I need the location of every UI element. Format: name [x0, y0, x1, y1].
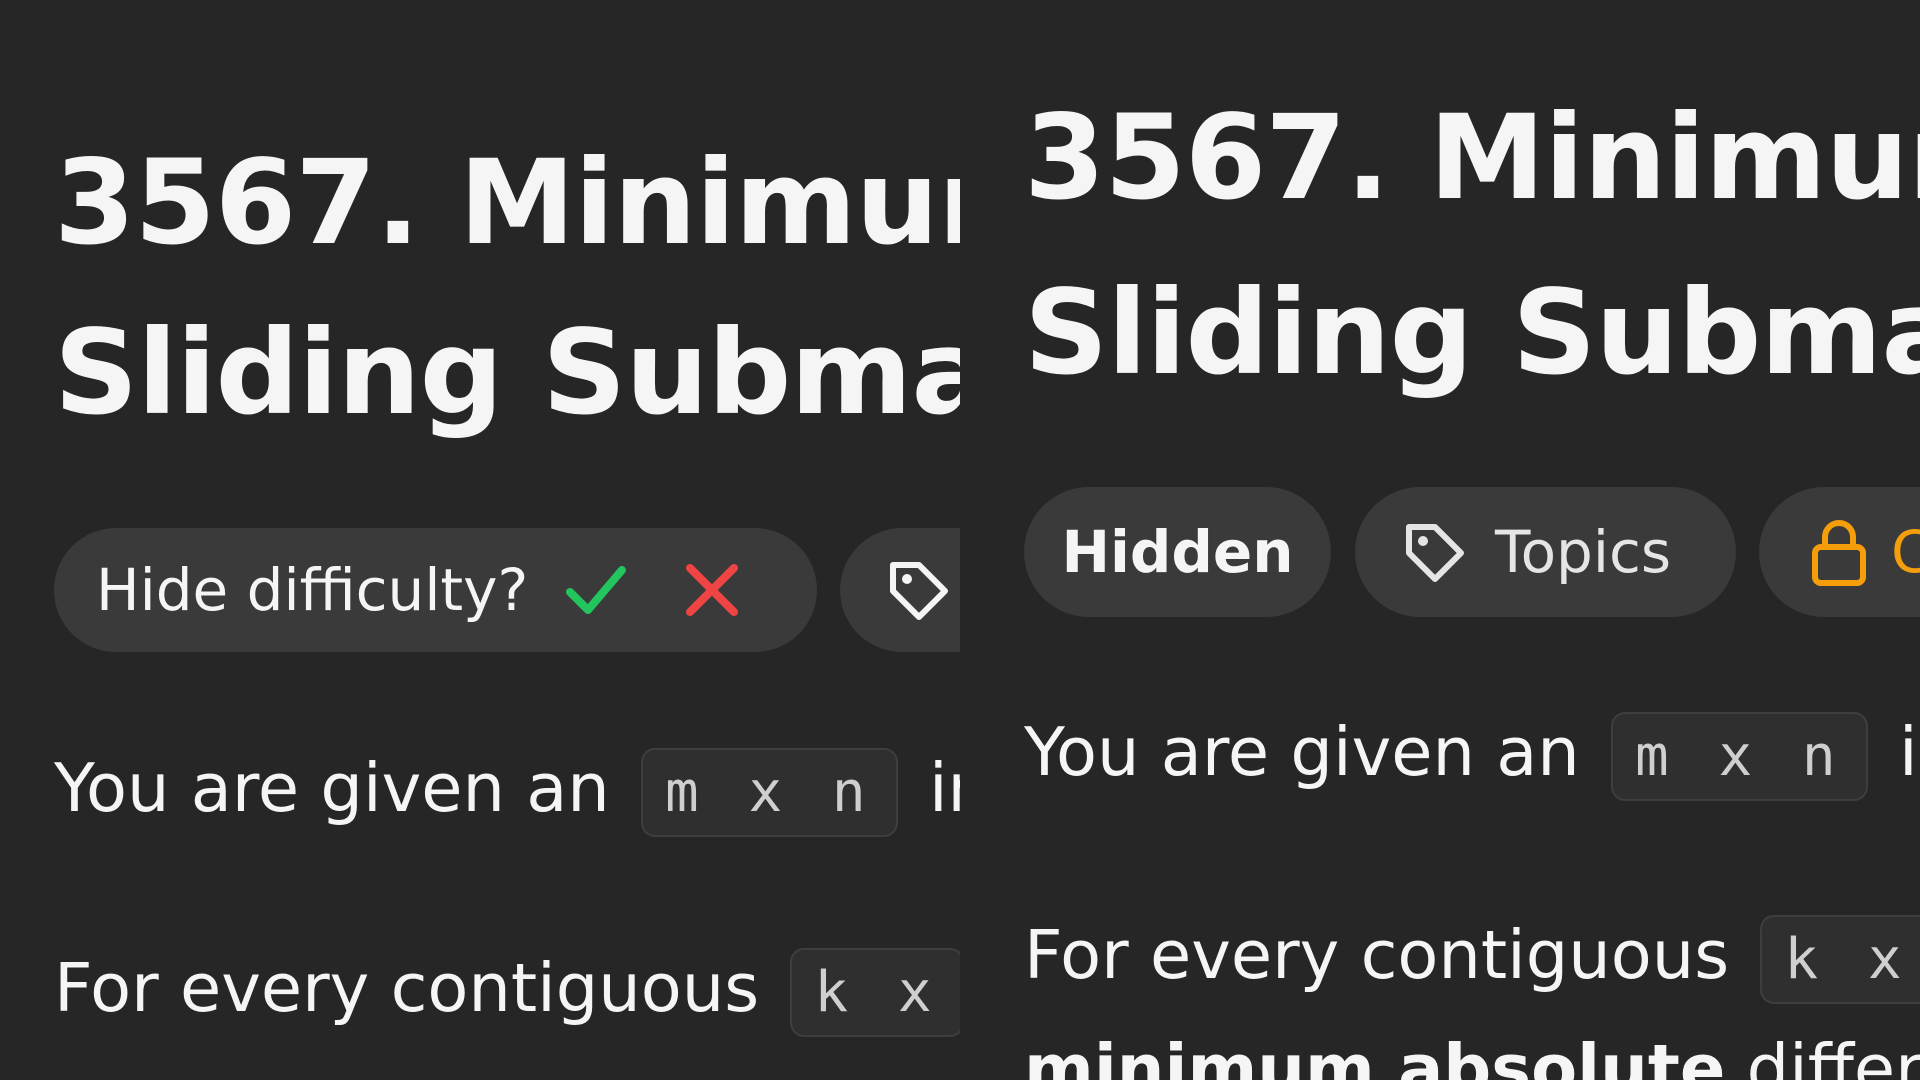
inline-code-kx: k x	[790, 948, 960, 1037]
hidden-label: Hidden	[1061, 518, 1294, 586]
hide-difficulty-chip: Hide difficulty?	[54, 528, 817, 652]
right-panel: 3567. Minimum Sliding Submat Hidden Topi…	[1002, 0, 1920, 1080]
para3-bold-text: minimum absolute	[1024, 1030, 1726, 1080]
description-paragraph-2: For every contiguous k x	[1024, 915, 1920, 1004]
panel-divider	[960, 0, 1002, 1080]
tag-icon	[885, 557, 951, 623]
description-paragraph-2: For every contiguous k x	[54, 948, 960, 1037]
inline-code-kx: k x	[1760, 915, 1920, 1004]
hide-difficulty-label: Hide difficulty?	[96, 556, 529, 624]
problem-title: 3567. Minimum Sliding Submatr	[54, 118, 960, 458]
title-line-1: 3567. Minimum	[54, 134, 960, 271]
para2-text-pre: For every contiguous	[1024, 916, 1730, 995]
check-icon[interactable]	[564, 562, 628, 618]
difficulty-hidden-chip[interactable]: Hidden	[1024, 487, 1331, 617]
description-paragraph-1: You are given an m x n int	[54, 748, 960, 837]
description-paragraph-1: You are given an m x n in	[1024, 712, 1920, 801]
comparison-stage: 3567. Minimum Sliding Submatr Hide diffi…	[0, 0, 1920, 1080]
title-line-2: Sliding Submat	[1024, 264, 1920, 401]
para1-text-post: in	[1898, 713, 1920, 792]
tag-icon	[1401, 519, 1467, 585]
para1-text-pre: You are given an	[1024, 713, 1580, 792]
para2-text-pre: For every contiguous	[54, 949, 760, 1028]
para3-rest-text: differ	[1725, 1030, 1920, 1080]
topics-label: Topics	[1495, 518, 1672, 586]
para1-text-post: int	[928, 749, 960, 828]
close-icon[interactable]	[684, 562, 740, 618]
para1-text-pre: You are given an	[54, 749, 610, 828]
topics-chip[interactable]	[840, 528, 960, 652]
inline-code-mxn: m x n	[1611, 712, 1868, 801]
lock-icon	[1809, 517, 1869, 587]
description-paragraph-3: minimum absolute differ	[1024, 1030, 1920, 1080]
companies-chip[interactable]: C	[1759, 487, 1920, 617]
left-panel: 3567. Minimum Sliding Submatr Hide diffi…	[0, 0, 960, 1080]
title-line-1: 3567. Minimum	[1024, 89, 1920, 226]
companies-label: C	[1891, 518, 1920, 586]
problem-title: 3567. Minimum Sliding Submat	[1024, 70, 1920, 420]
topics-chip[interactable]: Topics	[1355, 487, 1736, 617]
inline-code-mxn: m x n	[641, 748, 898, 837]
title-line-2: Sliding Submatr	[54, 304, 960, 441]
